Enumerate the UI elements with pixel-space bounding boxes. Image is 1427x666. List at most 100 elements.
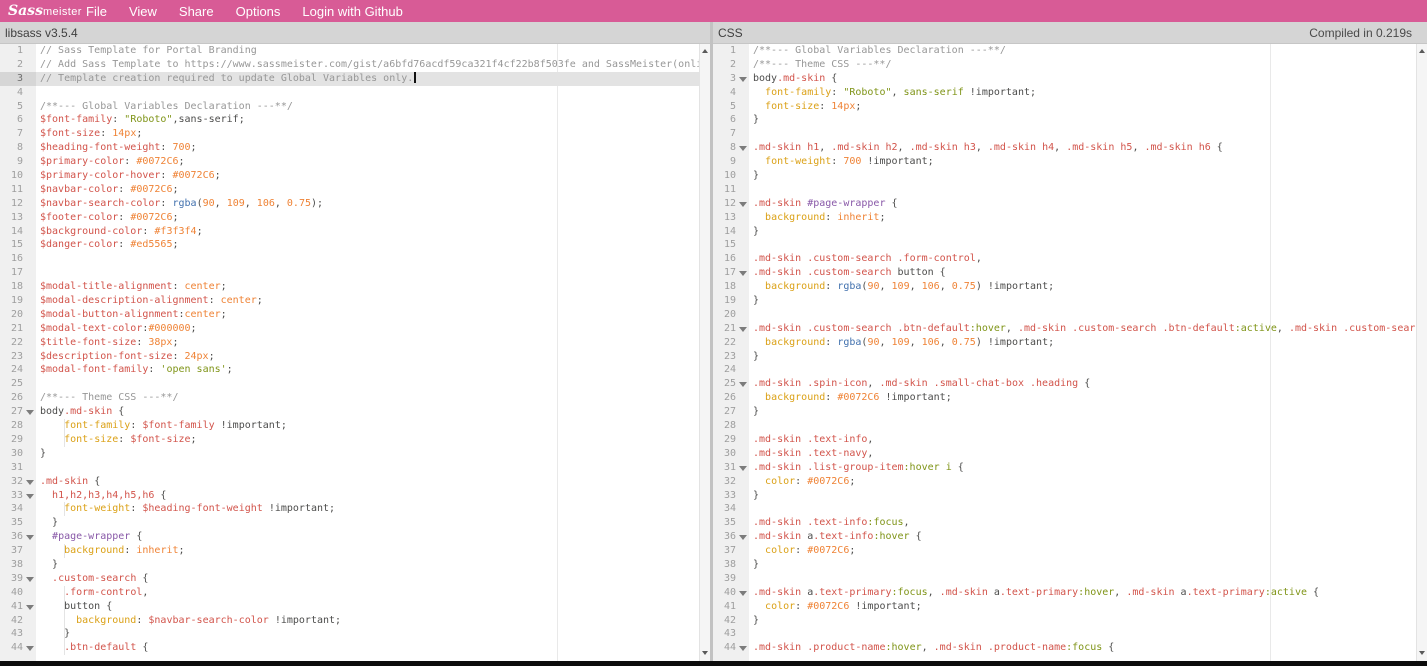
code-line[interactable]: } — [36, 516, 699, 530]
scroll-up-icon[interactable] — [700, 46, 710, 57]
fold-toggle-icon[interactable] — [739, 146, 747, 151]
code-line[interactable]: $modal-button-alignment:center; — [36, 308, 699, 322]
code-line[interactable]: .md-skin a.text-info:hover { — [749, 530, 1416, 544]
gutter-line-number[interactable]: 38 — [713, 558, 749, 572]
code-line[interactable]: .btn-default { — [36, 641, 699, 655]
gutter-line-number[interactable]: 6 — [0, 113, 36, 127]
code-line[interactable]: .md-skin .product-name:hover, .md-skin .… — [749, 641, 1416, 655]
gutter-line-number[interactable]: 14 — [0, 225, 36, 239]
code-line[interactable]: // Template creation required to update … — [36, 72, 699, 86]
code-line[interactable]: } — [749, 169, 1416, 183]
menu-options[interactable]: Options — [236, 4, 281, 19]
gutter-line-number[interactable]: 28 — [713, 419, 749, 433]
code-line[interactable]: .md-skin .text-navy, — [749, 447, 1416, 461]
fold-toggle-icon[interactable] — [26, 480, 34, 485]
gutter-line-number[interactable]: 2 — [713, 58, 749, 72]
gutter-line-number[interactable]: 33 — [713, 489, 749, 503]
code-line[interactable]: .md-skin .text-info, — [749, 433, 1416, 447]
code-line[interactable]: $navbar-color: #0072C6; — [36, 183, 699, 197]
gutter-line-number[interactable]: 30 — [713, 447, 749, 461]
fold-toggle-icon[interactable] — [26, 577, 34, 582]
gutter-line-number[interactable]: 31 — [0, 461, 36, 475]
gutter-line-number[interactable]: 43 — [713, 627, 749, 641]
compiler-version-label[interactable]: libsass v3.5.4 — [5, 26, 78, 40]
gutter-line-number[interactable]: 8 — [713, 141, 749, 155]
code-line[interactable]: background: inherit; — [36, 544, 699, 558]
code-line[interactable]: font-weight: 700 !important; — [749, 155, 1416, 169]
fold-toggle-icon[interactable] — [739, 466, 747, 471]
gutter-line-number[interactable]: 18 — [0, 280, 36, 294]
gutter-line-number[interactable]: 13 — [713, 211, 749, 225]
menu-login-github[interactable]: Login with Github — [302, 4, 402, 19]
fold-toggle-icon[interactable] — [739, 77, 747, 82]
fold-toggle-icon[interactable] — [26, 535, 34, 540]
code-line[interactable]: $navbar-search-color: rgba(90, 109, 106,… — [36, 197, 699, 211]
menu-view[interactable]: View — [129, 4, 157, 19]
fold-toggle-icon[interactable] — [26, 494, 34, 499]
code-line[interactable]: .md-skin .custom-search button { — [749, 266, 1416, 280]
code-line[interactable]: $primary-color-hover: #0072C6; — [36, 169, 699, 183]
code-line[interactable]: } — [36, 627, 699, 641]
gutter-line-number[interactable]: 40 — [0, 586, 36, 600]
menu-file[interactable]: File — [86, 4, 107, 19]
gutter-line-number[interactable]: 36 — [0, 530, 36, 544]
code-line[interactable] — [749, 238, 1416, 252]
code-line[interactable]: /**--- Theme CSS ---**/ — [749, 58, 1416, 72]
code-line[interactable]: $background-color: #f3f3f4; — [36, 225, 699, 239]
code-line[interactable]: body.md-skin { — [36, 405, 699, 419]
css-code-editor[interactable]: 1234567891011121314151617181920212223242… — [713, 44, 1427, 666]
code-line[interactable]: } — [749, 489, 1416, 503]
code-line[interactable]: $font-size: 14px; — [36, 127, 699, 141]
gutter-line-number[interactable]: 21 — [713, 322, 749, 336]
gutter-line-number[interactable]: 18 — [713, 280, 749, 294]
code-line[interactable]: h1,h2,h3,h4,h5,h6 { — [36, 489, 699, 503]
gutter-line-number[interactable]: 10 — [713, 169, 749, 183]
gutter-line-number[interactable]: 2 — [0, 58, 36, 72]
code-line[interactable]: $modal-title-alignment: center; — [36, 280, 699, 294]
code-line[interactable]: /**--- Global Variables Declaration ---*… — [36, 100, 699, 114]
gutter-line-number[interactable]: 1 — [0, 44, 36, 58]
gutter-line-number[interactable]: 28 — [0, 419, 36, 433]
fold-toggle-icon[interactable] — [739, 591, 747, 596]
code-line[interactable]: } — [749, 350, 1416, 364]
gutter-line-number[interactable]: 34 — [713, 502, 749, 516]
gutter-line-number[interactable]: 7 — [713, 127, 749, 141]
gutter-line-number[interactable]: 5 — [713, 100, 749, 114]
code-line[interactable]: $modal-font-family: 'open sans'; — [36, 363, 699, 377]
scroll-down-icon[interactable] — [700, 648, 710, 659]
code-line[interactable]: $danger-color: #ed5565; — [36, 238, 699, 252]
fold-toggle-icon[interactable] — [739, 202, 747, 207]
code-line[interactable]: .md-skin .custom-search .form-control, — [749, 252, 1416, 266]
code-line[interactable]: } — [749, 113, 1416, 127]
code-line[interactable] — [749, 363, 1416, 377]
fold-toggle-icon[interactable] — [739, 327, 747, 332]
gutter-line-number[interactable]: 26 — [0, 391, 36, 405]
gutter-line-number[interactable]: 32 — [713, 475, 749, 489]
code-line[interactable]: $modal-text-color:#000000; — [36, 322, 699, 336]
gutter-line-number[interactable]: 39 — [0, 572, 36, 586]
gutter-line-number[interactable]: 25 — [0, 377, 36, 391]
gutter-line-number[interactable]: 6 — [713, 113, 749, 127]
code-line[interactable]: .md-skin a.text-primary:focus, .md-skin … — [749, 586, 1416, 600]
sass-code-editor[interactable]: 1234567891011121314151617181920212223242… — [0, 44, 710, 666]
css-editor-scrollbar[interactable] — [1416, 44, 1427, 666]
gutter-line-number[interactable]: 22 — [713, 336, 749, 350]
code-line[interactable]: } — [749, 614, 1416, 628]
code-line[interactable]: background: rgba(90, 109, 106, 0.75) !im… — [749, 336, 1416, 350]
gutter-line-number[interactable]: 22 — [0, 336, 36, 350]
code-line[interactable]: font-weight: $heading-font-weight !impor… — [36, 502, 699, 516]
gutter-line-number[interactable]: 35 — [0, 516, 36, 530]
code-line[interactable]: #page-wrapper { — [36, 530, 699, 544]
gutter-line-number[interactable]: 11 — [713, 183, 749, 197]
gutter-line-number[interactable]: 14 — [713, 225, 749, 239]
gutter-line-number[interactable]: 23 — [0, 350, 36, 364]
code-line[interactable]: } — [749, 294, 1416, 308]
gutter-line-number[interactable]: 19 — [713, 294, 749, 308]
gutter-line-number[interactable]: 42 — [0, 614, 36, 628]
code-line[interactable]: background: rgba(90, 109, 106, 0.75) !im… — [749, 280, 1416, 294]
code-line[interactable]: font-family: "Roboto", sans-serif !impor… — [749, 86, 1416, 100]
scroll-up-icon[interactable] — [1417, 46, 1427, 57]
code-line[interactable]: button { — [36, 600, 699, 614]
gutter-line-number[interactable]: 20 — [713, 308, 749, 322]
code-line[interactable] — [36, 252, 699, 266]
